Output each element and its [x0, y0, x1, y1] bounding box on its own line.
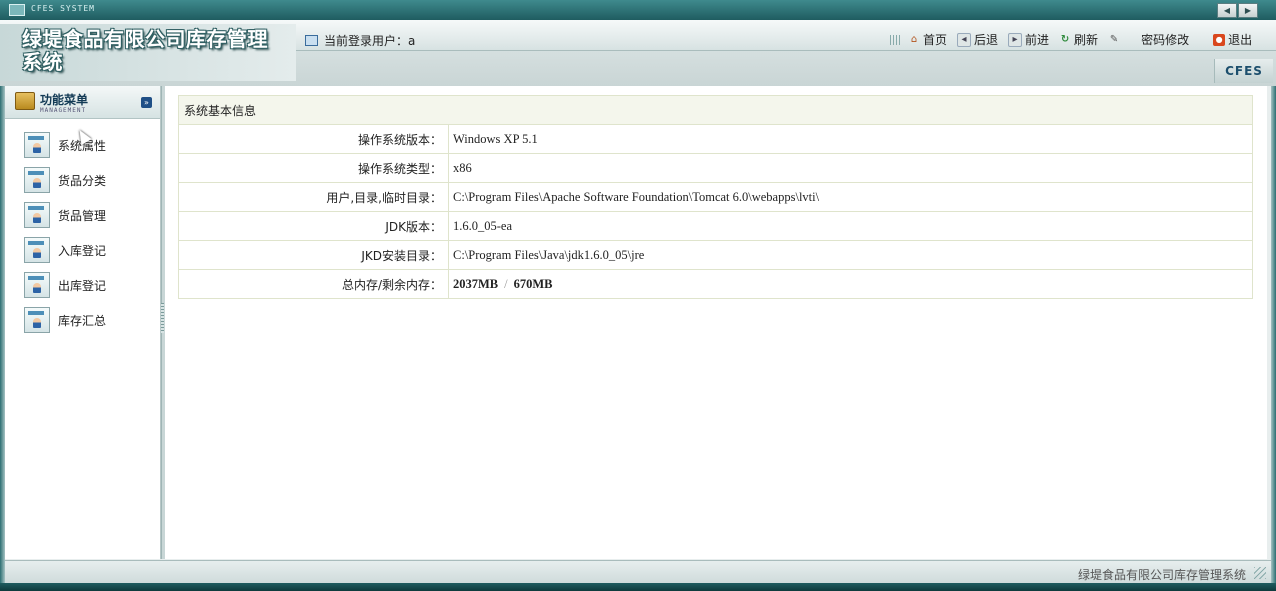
nav-refresh-label: 刷新: [1074, 33, 1099, 47]
table-row-memory: 总内存/剩余内存： 2037MB / 670MB: [178, 269, 1253, 299]
sidebar-item-inventory-summary[interactable]: 库存汇总: [24, 306, 106, 334]
user-card-icon: [24, 202, 50, 228]
row-label: 操作系统类型：: [178, 153, 449, 183]
row-label: 用户,目录,临时目录：: [178, 182, 449, 212]
sidebar-item-system-properties[interactable]: 系统属性: [24, 131, 106, 159]
user-card-icon: [24, 307, 50, 333]
nav-exit[interactable]: ● 退出: [1213, 31, 1252, 48]
resize-grip-icon[interactable]: [1254, 567, 1266, 579]
row-label: 操作系统版本：: [178, 124, 449, 154]
sidebar-item-label: 库存汇总: [58, 313, 107, 328]
sidebar-item-label: 入库登记: [58, 243, 107, 258]
row-label: 总内存/剩余内存：: [178, 269, 449, 299]
sidebar-item-label: 出库登记: [58, 278, 107, 293]
nav-refresh[interactable]: ↻ 刷新: [1059, 31, 1098, 48]
user-card-icon: [24, 167, 50, 193]
sidebar-item-goods-category[interactable]: 货品分类: [24, 166, 106, 194]
current-user-label: 当前登录用户：a: [324, 34, 416, 48]
window-title: CFES SYSTEM: [31, 4, 95, 13]
right-frame-edge: [1271, 20, 1276, 583]
monitor-icon: [9, 4, 25, 16]
top-nav: ⌂ 首页 ◂ 后退 ▸ 前进 ↻ 刷新 ✎ 密码修改 ● 退出: [890, 31, 1262, 48]
row-value: C:\Program Files\Java\jdk1.6.0_05\jre: [448, 240, 1253, 270]
table-row: JDK版本： 1.6.0_05-ea: [178, 211, 1253, 241]
system-info-table: 系统基本信息 操作系统版本： Windows XP 5.1 操作系统类型： x8…: [178, 95, 1253, 299]
bottom-frame-edge: [0, 583, 1276, 591]
nav-password-label: 密码修改: [1141, 33, 1190, 47]
menu-subtitle: MANAGEMENT: [40, 107, 87, 114]
sidebar-item-label: 货品分类: [58, 173, 107, 188]
nav-forward-label: 前进: [1025, 33, 1050, 47]
edit-icon: ✎: [1109, 33, 1119, 45]
table-heading: 系统基本信息: [178, 95, 1253, 125]
table-row: 操作系统类型： x86: [178, 153, 1253, 183]
row-label: JKD安装目录：: [178, 240, 449, 270]
row-value: x86: [448, 153, 1253, 183]
row-value: Windows XP 5.1: [448, 124, 1253, 154]
memory-separator: /: [504, 276, 508, 291]
cfes-badge: CFES: [1214, 59, 1273, 83]
toolbar-grip: [890, 34, 902, 45]
nav-back[interactable]: ◂ 后退: [957, 31, 998, 48]
brand-title-line1: 绿堤食品有限公司库存管理: [22, 27, 268, 51]
prev-button[interactable]: ◀: [1217, 3, 1237, 18]
nav-exit-label: 退出: [1228, 33, 1253, 47]
back-icon: ◂: [957, 32, 972, 47]
user-card-icon: [24, 272, 50, 298]
forward-icon: ▸: [1008, 32, 1023, 47]
table-header-row: 系统基本信息: [178, 95, 1253, 125]
row-label: JDK版本：: [178, 211, 449, 241]
user-card-icon: [24, 237, 50, 263]
sidebar-item-stock-out[interactable]: 出库登记: [24, 271, 106, 299]
table-row: 操作系统版本： Windows XP 5.1: [178, 124, 1253, 154]
row-value: 1.6.0_05-ea: [448, 211, 1253, 241]
exit-icon: ●: [1213, 33, 1226, 46]
nav-password[interactable]: ✎ 密码修改: [1108, 31, 1189, 48]
menu-folder-icon: [15, 92, 35, 110]
window-icon: [305, 35, 318, 46]
brand-title: 绿堤食品有限公司库存管理 系统: [22, 28, 302, 74]
status-text: 绿堤食品有限公司库存管理系统: [1077, 568, 1246, 582]
sidebar-item-label: 货品管理: [58, 208, 107, 223]
user-card-icon: [24, 132, 50, 158]
sidebar-item-stock-in[interactable]: 入库登记: [24, 236, 106, 264]
splitter-handle[interactable]: [161, 303, 164, 333]
nav-back-label: 后退: [974, 33, 999, 47]
home-icon: ⌂: [910, 33, 918, 45]
menu-title: 功能菜单: [40, 93, 89, 107]
row-value-memory: 2037MB / 670MB: [448, 269, 1253, 299]
nav-home[interactable]: ⌂ 首页: [908, 31, 947, 48]
row-value: C:\Program Files\Apache Software Foundat…: [448, 182, 1253, 212]
memory-total: 2037MB: [453, 276, 499, 291]
table-row: JKD安装目录： C:\Program Files\Java\jdk1.6.0_…: [178, 240, 1253, 270]
nav-forward[interactable]: ▸ 前进: [1008, 31, 1049, 48]
memory-free: 670MB: [513, 276, 553, 291]
brand-title-line2: 系统: [22, 50, 63, 74]
current-user: 当前登录用户：a: [305, 32, 415, 49]
title-bar: CFES SYSTEM ◀ ▶: [0, 0, 1276, 21]
refresh-icon: ↻: [1060, 33, 1070, 45]
collapse-icon[interactable]: »: [141, 97, 152, 108]
table-row: 用户,目录,临时目录： C:\Program Files\Apache Soft…: [178, 182, 1253, 212]
nav-home-label: 首页: [923, 33, 948, 47]
sidebar-item-goods-management[interactable]: 货品管理: [24, 201, 106, 229]
next-button[interactable]: ▶: [1238, 3, 1258, 18]
